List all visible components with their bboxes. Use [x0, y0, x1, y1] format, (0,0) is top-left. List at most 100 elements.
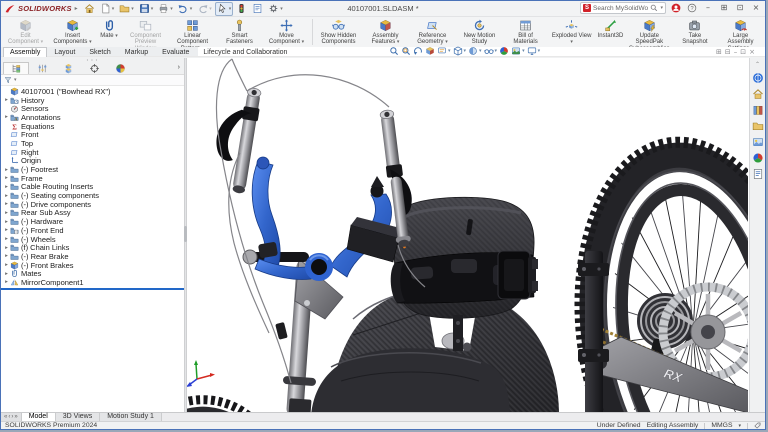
doc-minimize-icon[interactable]: – [734, 46, 738, 58]
dropdown-caret-icon[interactable]: ▾ [209, 6, 212, 12]
window-layout-button[interactable]: ⊞ [718, 2, 730, 14]
dropdown-caret-icon[interactable]: ▾ [170, 6, 173, 12]
expand-arrow-icon[interactable]: ▸ [3, 192, 10, 200]
select-button[interactable]: ▾ [215, 2, 234, 16]
tree-item-sensors[interactable]: Sensors [1, 104, 184, 113]
tree-item-footrest[interactable]: ▸(-) Footrest [1, 165, 184, 174]
home-button[interactable] [82, 2, 97, 16]
expand-arrow-icon[interactable]: ▸ [3, 218, 10, 226]
open-button[interactable]: ▾ [117, 2, 136, 16]
view-settings-button[interactable]: ▾ [527, 46, 541, 56]
expand-arrow-icon[interactable]: ▸ [3, 200, 10, 208]
panel-flyout-icon[interactable]: › [178, 64, 180, 72]
task-pane-design-library-button[interactable] [751, 103, 764, 116]
expand-arrow-icon[interactable]: ▸ [3, 278, 10, 286]
smart-fasteners-button[interactable]: Smart Fasteners [216, 17, 263, 47]
doc-tab-model[interactable]: Model [22, 413, 56, 421]
tree-item-annotations[interactable]: ▸AAnnotations [1, 113, 184, 122]
window-restore-button[interactable]: ⊡ [734, 2, 746, 14]
help-button[interactable]: ? [686, 2, 698, 14]
doc-restore-icon[interactable]: ⊡ [740, 46, 746, 58]
dropdown-caret-icon[interactable]: ▾ [112, 6, 115, 12]
edit-appearance-button[interactable] [499, 46, 509, 56]
tree-item-rear-brake[interactable]: ▸(-) Rear Brake [1, 252, 184, 261]
scroll-last-icon[interactable]: » [14, 413, 17, 421]
tree-item-origin[interactable]: Origin [1, 157, 184, 166]
print-button[interactable]: ▾ [156, 2, 175, 16]
tree-item-mirrorcomponent1[interactable]: ▸MirrorComponent1 [1, 278, 184, 287]
tree-item-frame[interactable]: ▸Frame [1, 174, 184, 183]
manager-tab-displaymanager[interactable] [107, 62, 133, 74]
tree-item-front[interactable]: Front [1, 130, 184, 139]
tree-item-right[interactable]: Right [1, 148, 184, 157]
exploded-view-button[interactable]: Exploded View ▾ [548, 17, 595, 47]
expand-arrow-icon[interactable]: ▸ [3, 174, 10, 182]
tree-item-front-end[interactable]: ▸(-) Front End [1, 226, 184, 235]
expand-arrow-icon[interactable]: ▸ [3, 244, 10, 252]
manager-tab-configurationmanager[interactable] [55, 62, 81, 74]
rollback-bar[interactable] [1, 288, 184, 290]
mate-button[interactable]: Mate ▾ [96, 17, 122, 47]
units-selector[interactable]: MMGS [711, 422, 732, 429]
dropdown-caret-icon[interactable]: ▾ [151, 6, 154, 12]
task-pane-appearances-scenes-decals-button[interactable] [751, 151, 764, 164]
expand-arrow-icon[interactable]: ▸ [3, 113, 10, 121]
tab-sketch[interactable]: Sketch [82, 47, 117, 57]
window-minimize-button[interactable]: – [702, 2, 714, 14]
dropdown-caret-icon[interactable]: ▾ [280, 6, 283, 12]
filter-dropdown-icon[interactable]: ▾ [14, 77, 17, 83]
hide-show-items-button[interactable]: ▾ [484, 46, 498, 56]
expand-arrow-icon[interactable]: ▸ [3, 252, 10, 260]
expand-arrow-icon[interactable]: ▸ [3, 235, 10, 243]
dropdown-caret-icon[interactable]: ▾ [229, 6, 232, 12]
tab-assembly[interactable]: Assembly [3, 47, 47, 57]
scroll-prev-icon[interactable]: ‹ [8, 413, 10, 421]
search-icon[interactable] [650, 4, 658, 12]
expand-arrow-icon[interactable]: ▸ [3, 270, 10, 278]
take-snapshot-button[interactable]: Take Snapshot [673, 17, 717, 47]
graphics-area[interactable]: RX [187, 58, 749, 412]
search-box[interactable]: S Search MySolidWorks ▾ [580, 2, 666, 14]
task-pane-solidworks-resources-button[interactable] [751, 87, 764, 100]
menu-flyout-icon[interactable]: ▸ [75, 5, 78, 12]
large-assembly-settings-button[interactable]: Large Assembly Settings ▾ [717, 17, 764, 47]
options-button[interactable]: ▾ [266, 2, 285, 16]
task-pane-threedexperience-button[interactable] [751, 71, 764, 84]
manager-tab-propertymanager[interactable] [29, 62, 55, 74]
rebuild-button[interactable] [234, 2, 249, 16]
solidworks-menu[interactable]: SOLIDWORKS ▸ [4, 4, 78, 14]
zoom-to-area-button[interactable] [401, 46, 411, 56]
filter-funnel-icon[interactable] [4, 76, 12, 84]
tags-icon[interactable] [754, 422, 761, 429]
manager-tab-featuremanager-design-tree[interactable] [3, 62, 29, 74]
user-account-button[interactable] [670, 2, 682, 14]
reference-geometry-button[interactable]: Reference Geometry ▾ [409, 17, 456, 47]
instant3d-button[interactable]: Instant3D [595, 17, 626, 47]
expand-arrow-icon[interactable]: ▸ [3, 166, 10, 174]
doc-tab-3d-views[interactable]: 3D Views [56, 413, 100, 421]
apply-scene-button[interactable]: ▾ [511, 46, 525, 56]
window-close-button[interactable]: × [750, 2, 762, 14]
doc-tile-icon[interactable]: ⊞ [716, 46, 722, 58]
expand-arrow-icon[interactable]: ▸ [3, 96, 10, 104]
tree-item-cable-routing-inserts[interactable]: ▸Cable Routing Inserts [1, 183, 184, 192]
tree-item-mates[interactable]: ▸Mates [1, 269, 184, 278]
insert-components-button[interactable]: Insert Components ▾ [49, 17, 96, 47]
scroll-first-icon[interactable]: « [4, 413, 7, 421]
section-view-button[interactable] [425, 46, 435, 56]
tab-markup[interactable]: Markup [118, 47, 155, 57]
new-document-button[interactable]: ▾ [98, 2, 117, 16]
assembly-features-button[interactable]: Assembly Features ▾ [362, 17, 409, 47]
previous-view-button[interactable] [413, 46, 423, 56]
display-style-button[interactable]: ▾ [468, 46, 482, 56]
tab-layout[interactable]: Layout [47, 47, 82, 57]
tree-item-wheels[interactable]: ▸(-) Wheels [1, 235, 184, 244]
search-scope-dropdown-icon[interactable]: ▾ [660, 5, 663, 11]
tree-item-rear-sub-assy[interactable]: ▸Rear Sub Assy [1, 209, 184, 218]
new-motion-study-button[interactable]: New Motion Study [456, 17, 503, 47]
tree-item-equations[interactable]: ΣEquations [1, 122, 184, 131]
tree-item-hardware[interactable]: ▸(-) Hardware [1, 217, 184, 226]
task-pane-file-explorer-button[interactable] [751, 119, 764, 132]
dropdown-caret-icon[interactable]: ▾ [190, 6, 193, 12]
update-speedpak-subassemblies-button[interactable]: Update SpeedPak Subassemblies [626, 17, 673, 47]
